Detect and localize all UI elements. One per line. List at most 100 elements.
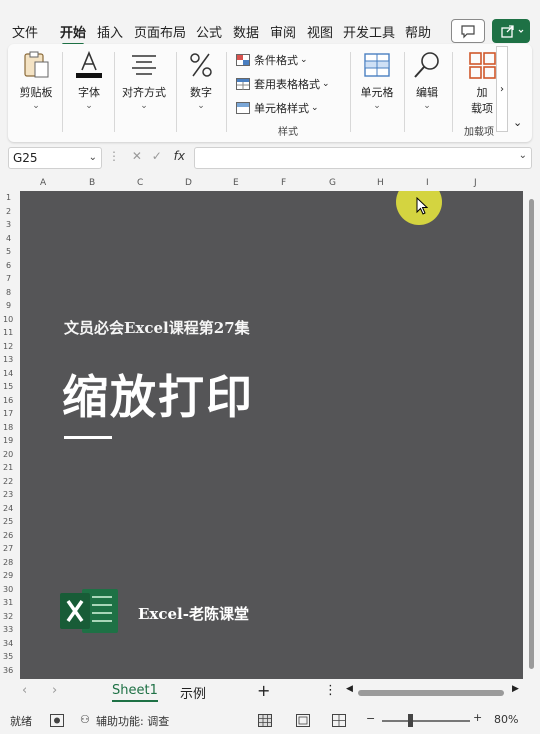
zoom-slider-knob[interactable]: [408, 714, 413, 727]
chevron-down-icon: ⌄: [88, 152, 97, 163]
row-header[interactable]: 4: [6, 234, 11, 243]
row-header[interactable]: 18: [3, 423, 13, 432]
row-header[interactable]: 31: [3, 598, 13, 607]
column-header[interactable]: F: [281, 178, 286, 188]
row-header[interactable]: 33: [3, 625, 13, 634]
column-header[interactable]: D: [185, 178, 192, 188]
row-header[interactable]: 24: [3, 504, 13, 513]
column-header[interactable]: G: [329, 178, 336, 188]
cancel-icon[interactable]: ✕: [132, 149, 142, 163]
row-header[interactable]: 22: [3, 477, 13, 486]
cell-style-button[interactable]: 单元格样式 ⌄: [236, 100, 319, 116]
row-header[interactable]: 3: [6, 220, 11, 229]
row-header[interactable]: 20: [3, 450, 13, 459]
column-header[interactable]: E: [233, 178, 239, 188]
ribbon-collapse-icon[interactable]: ⌄: [513, 116, 522, 129]
row-header[interactable]: 17: [3, 409, 13, 418]
chevron-down-icon[interactable]: ⌄: [519, 150, 527, 161]
row-header[interactable]: 14: [3, 369, 13, 378]
font-color-icon: [73, 50, 105, 80]
row-header[interactable]: 5: [6, 247, 11, 256]
font-button[interactable]: 字体 ⌄: [70, 50, 108, 112]
scroll-right-icon[interactable]: ▶: [512, 684, 519, 694]
column-header[interactable]: A: [40, 178, 46, 188]
vertical-scrollbar[interactable]: [526, 191, 536, 679]
ribbon-scroll-right[interactable]: ›: [496, 46, 508, 132]
row-header[interactable]: 30: [3, 585, 13, 594]
column-header[interactable]: I: [426, 178, 429, 188]
tab-page-layout[interactable]: 页面布局: [134, 22, 186, 41]
zoom-out-button[interactable]: −: [366, 712, 375, 725]
row-header[interactable]: 28: [3, 558, 13, 567]
row-header[interactable]: 12: [3, 342, 13, 351]
comments-button[interactable]: [451, 19, 485, 43]
row-header[interactable]: 6: [6, 261, 11, 270]
row-header[interactable]: 15: [3, 382, 13, 391]
row-header[interactable]: 10: [3, 315, 13, 324]
row-header[interactable]: 23: [3, 490, 13, 499]
next-sheet-icon[interactable]: ›: [52, 683, 57, 698]
zoom-slider[interactable]: [382, 720, 470, 722]
clipboard-button[interactable]: 剪贴板 ⌄: [16, 50, 56, 112]
confirm-icon[interactable]: ✓: [152, 149, 162, 163]
prev-sheet-icon[interactable]: ‹: [22, 683, 27, 698]
horizontal-scroll-thumb[interactable]: [358, 690, 504, 696]
column-header[interactable]: H: [377, 178, 384, 188]
row-header[interactable]: 2: [6, 207, 11, 216]
accessibility-icon[interactable]: ⚇: [80, 713, 90, 726]
row-header[interactable]: 7: [6, 274, 11, 283]
row-header[interactable]: 21: [3, 463, 13, 472]
row-header[interactable]: 29: [3, 571, 13, 580]
main-title: 缩放打印: [62, 370, 254, 424]
vertical-scroll-thumb[interactable]: [529, 199, 534, 669]
more-icon[interactable]: ⋮: [324, 683, 337, 698]
row-header[interactable]: 32: [3, 612, 13, 621]
editing-button[interactable]: 编辑 ⌄: [410, 50, 444, 112]
zoom-in-button[interactable]: +: [473, 711, 482, 724]
share-button[interactable]: [492, 19, 530, 43]
row-header[interactable]: 35: [3, 652, 13, 661]
row-header[interactable]: 27: [3, 544, 13, 553]
column-header[interactable]: B: [89, 178, 95, 188]
macro-record-icon[interactable]: [50, 714, 64, 727]
normal-view-icon[interactable]: [258, 714, 272, 727]
row-header[interactable]: 1: [6, 193, 11, 202]
number-button[interactable]: 数字 ⌄: [184, 50, 218, 112]
row-header[interactable]: 16: [3, 396, 13, 405]
row-header[interactable]: 19: [3, 436, 13, 445]
row-header[interactable]: 25: [3, 517, 13, 526]
alignment-button[interactable]: 对齐方式 ⌄: [120, 50, 168, 112]
accessibility-status[interactable]: 辅助功能: 调查: [96, 713, 169, 729]
name-box[interactable]: G25 ⌄: [8, 147, 102, 169]
cells-button[interactable]: 单元格 ⌄: [358, 50, 396, 112]
zoom-level[interactable]: 80%: [494, 713, 518, 726]
sheet-tab-example[interactable]: 示例: [180, 683, 206, 702]
tab-view[interactable]: 视图: [307, 22, 333, 41]
column-header[interactable]: C: [137, 178, 143, 188]
formula-input[interactable]: ⌄: [194, 147, 532, 169]
page-break-view-icon[interactable]: [332, 714, 346, 727]
tab-file[interactable]: 文件: [12, 22, 38, 41]
table-format-button[interactable]: 套用表格格式 ⌄: [236, 76, 330, 92]
conditional-format-button[interactable]: 条件格式 ⌄: [236, 52, 308, 68]
tab-developer[interactable]: 开发工具: [343, 22, 395, 41]
row-header[interactable]: 8: [6, 288, 11, 297]
row-header[interactable]: 26: [3, 531, 13, 540]
tab-data[interactable]: 数据: [233, 22, 259, 41]
scroll-left-icon[interactable]: ◀: [346, 684, 353, 694]
row-header[interactable]: 9: [6, 301, 11, 310]
row-header[interactable]: 13: [3, 355, 13, 364]
tab-help[interactable]: 帮助: [405, 22, 431, 41]
insert-function-button[interactable]: fx: [174, 149, 185, 163]
row-header[interactable]: 11: [3, 328, 13, 337]
row-header[interactable]: 36: [3, 666, 13, 675]
column-header[interactable]: J: [474, 178, 477, 188]
row-header[interactable]: 34: [3, 639, 13, 648]
tab-home[interactable]: 开始: [60, 22, 86, 46]
sheet-tab-sheet1[interactable]: Sheet1: [112, 683, 158, 702]
tab-review[interactable]: 审阅: [270, 22, 296, 41]
page-layout-view-icon[interactable]: [296, 714, 310, 727]
add-sheet-button[interactable]: +: [257, 681, 270, 700]
tab-insert[interactable]: 插入: [97, 22, 123, 41]
tab-formulas[interactable]: 公式: [196, 22, 222, 41]
